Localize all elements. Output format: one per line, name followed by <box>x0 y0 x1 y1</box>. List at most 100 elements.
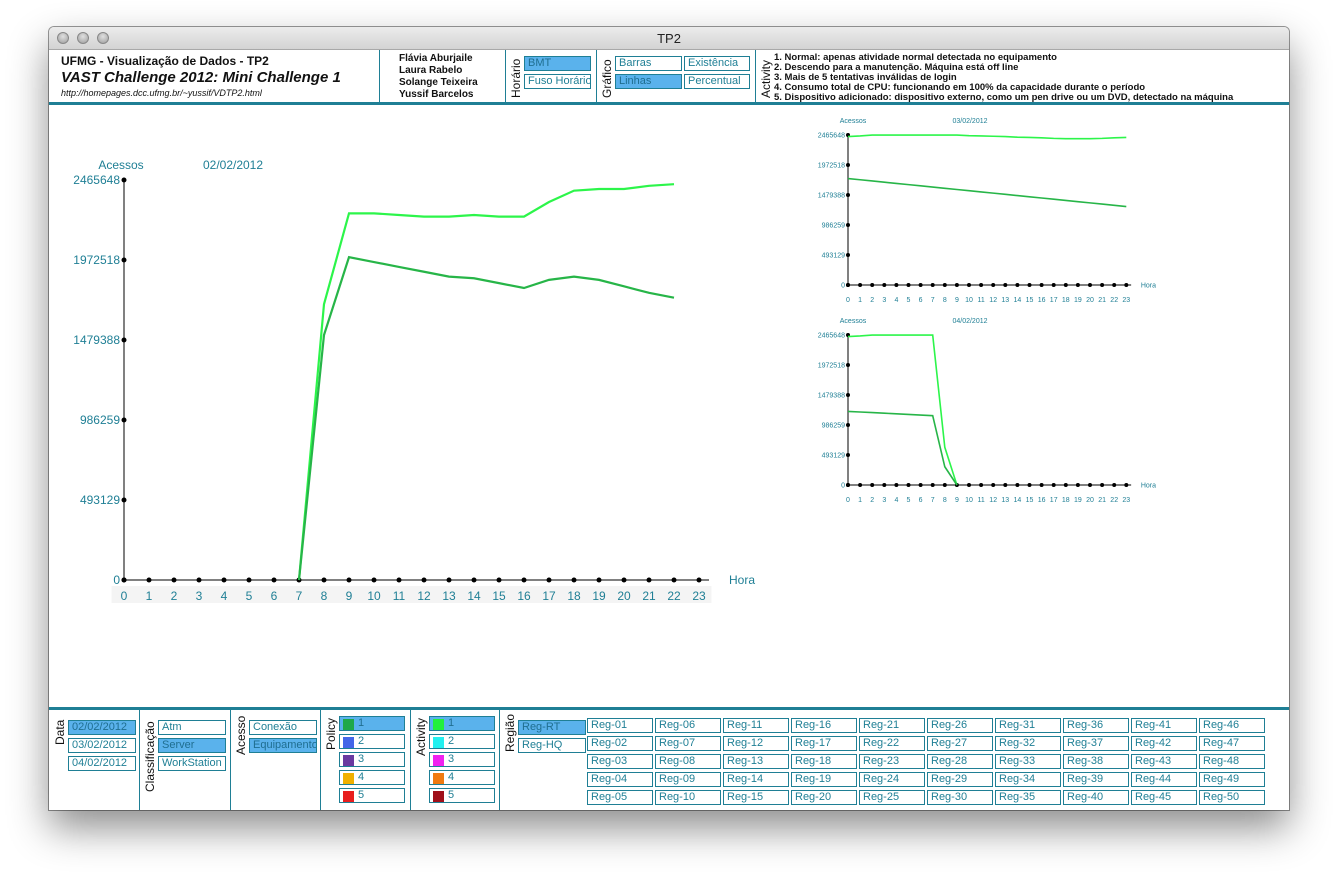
horario-bmt-toggle[interactable]: BMT <box>524 56 591 71</box>
region-option[interactable]: Reg-10 <box>655 790 721 805</box>
x-tick-dot <box>1075 283 1080 287</box>
region-option[interactable]: Reg-36 <box>1063 718 1129 733</box>
region-option[interactable]: Reg-43 <box>1131 754 1197 769</box>
region-option[interactable]: Reg-41 <box>1131 718 1197 733</box>
region-option[interactable]: Reg-16 <box>791 718 857 733</box>
app-window: TP2 UFMG - Visualização de Dados - TP2 V… <box>49 27 1289 810</box>
x-tick-label: 18 <box>1062 497 1070 504</box>
x-tick-label: 8 <box>943 497 947 504</box>
horario-fuso-toggle[interactable]: Fuso Horário <box>524 74 591 89</box>
region-option[interactable]: Reg-46 <box>1199 718 1265 733</box>
acesso-option[interactable]: Equipamento <box>249 738 317 753</box>
grafico-percentual-toggle[interactable]: Percentual <box>684 74 750 89</box>
color-swatch <box>433 755 444 766</box>
x-tick-dot <box>1015 483 1020 487</box>
region-option-hq[interactable]: Reg-HQ <box>518 738 586 753</box>
region-option[interactable]: Reg-02 <box>587 736 653 751</box>
x-tick-label: 0 <box>121 589 128 603</box>
region-option[interactable]: Reg-29 <box>927 772 993 787</box>
region-option[interactable]: Reg-24 <box>859 772 925 787</box>
region-option[interactable]: Reg-48 <box>1199 754 1265 769</box>
region-option[interactable]: Reg-13 <box>723 754 789 769</box>
region-option[interactable]: Reg-49 <box>1199 772 1265 787</box>
region-option[interactable]: Reg-47 <box>1199 736 1265 751</box>
region-option[interactable]: Reg-25 <box>859 790 925 805</box>
x-tick-label: 17 <box>1050 297 1058 304</box>
policy-option-4[interactable]: 4 <box>339 770 405 785</box>
region-option[interactable]: Reg-14 <box>723 772 789 787</box>
region-option[interactable]: Reg-08 <box>655 754 721 769</box>
policy-option-1[interactable]: 1 <box>339 716 405 731</box>
region-option[interactable]: Reg-18 <box>791 754 857 769</box>
color-swatch <box>433 719 444 730</box>
x-tick-dot <box>979 483 984 487</box>
x-tick-label: 21 <box>1098 497 1106 504</box>
region-option[interactable]: Reg-21 <box>859 718 925 733</box>
region-option[interactable]: Reg-22 <box>859 736 925 751</box>
region-option[interactable]: Reg-20 <box>791 790 857 805</box>
date-option[interactable]: 04/02/2012 <box>68 756 136 771</box>
region-option[interactable]: Reg-38 <box>1063 754 1129 769</box>
region-option[interactable]: Reg-17 <box>791 736 857 751</box>
region-option[interactable]: Reg-11 <box>723 718 789 733</box>
author-name: Flávia Aburjaile <box>399 53 473 64</box>
region-option[interactable]: Reg-06 <box>655 718 721 733</box>
y-axis-label: Acessos <box>98 158 143 172</box>
region-option[interactable]: Reg-26 <box>927 718 993 733</box>
series-line <box>847 177 1127 208</box>
region-option[interactable]: Reg-30 <box>927 790 993 805</box>
region-option[interactable]: Reg-32 <box>995 736 1061 751</box>
region-option[interactable]: Reg-37 <box>1063 736 1129 751</box>
classificacao-option[interactable]: Atm <box>158 720 226 735</box>
grafico-existencia-toggle[interactable]: Existência <box>684 56 750 71</box>
x-tick-dot <box>1112 483 1117 487</box>
activity-option-4[interactable]: 4 <box>429 770 495 785</box>
region-option[interactable]: Reg-27 <box>927 736 993 751</box>
region-option[interactable]: Reg-28 <box>927 754 993 769</box>
policy-option-3[interactable]: 3 <box>339 752 405 767</box>
region-option[interactable]: Reg-40 <box>1063 790 1129 805</box>
y-tick-label: 1479388 <box>818 192 845 199</box>
region-option[interactable]: Reg-01 <box>587 718 653 733</box>
activity-option-3[interactable]: 3 <box>429 752 495 767</box>
x-tick-dot <box>196 577 202 583</box>
region-option[interactable]: Reg-33 <box>995 754 1061 769</box>
region-option[interactable]: Reg-42 <box>1131 736 1197 751</box>
classificacao-option[interactable]: Server <box>158 738 226 753</box>
region-option[interactable]: Reg-09 <box>655 772 721 787</box>
activity-legend-item: 5. Dispositivo adicionado: dispositivo e… <box>774 92 1234 103</box>
activity-option-1[interactable]: 1 <box>429 716 495 731</box>
region-option[interactable]: Reg-12 <box>723 736 789 751</box>
x-tick-label: 9 <box>346 589 353 603</box>
date-option[interactable]: 03/02/2012 <box>68 738 136 753</box>
acesso-option[interactable]: Conexão <box>249 720 317 735</box>
region-option[interactable]: Reg-44 <box>1131 772 1197 787</box>
region-option[interactable]: Reg-05 <box>587 790 653 805</box>
region-option[interactable]: Reg-07 <box>655 736 721 751</box>
policy-option-5[interactable]: 5 <box>339 788 405 803</box>
x-tick-dot <box>1027 483 1032 487</box>
region-option[interactable]: Reg-04 <box>587 772 653 787</box>
date-option[interactable]: 02/02/2012 <box>68 720 136 735</box>
region-option[interactable]: Reg-39 <box>1063 772 1129 787</box>
activity-option-2[interactable]: 2 <box>429 734 495 749</box>
y-tick-dot <box>846 393 850 397</box>
region-option[interactable]: Reg-35 <box>995 790 1061 805</box>
region-option[interactable]: Reg-03 <box>587 754 653 769</box>
grafico-barras-toggle[interactable]: Barras <box>615 56 682 71</box>
x-tick-label: 18 <box>1062 297 1070 304</box>
policy-option-2[interactable]: 2 <box>339 734 405 749</box>
region-option[interactable]: Reg-15 <box>723 790 789 805</box>
region-option[interactable]: Reg-45 <box>1131 790 1197 805</box>
region-option-rt[interactable]: Reg-RT <box>518 720 586 735</box>
region-option[interactable]: Reg-19 <box>791 772 857 787</box>
activity-option-5[interactable]: 5 <box>429 788 495 803</box>
region-option[interactable]: Reg-23 <box>859 754 925 769</box>
region-option[interactable]: Reg-31 <box>995 718 1061 733</box>
x-tick-label: 6 <box>271 589 278 603</box>
y-tick-dot <box>846 453 850 457</box>
classificacao-option[interactable]: WorkStation <box>158 756 226 771</box>
grafico-linhas-toggle[interactable]: Linhas <box>615 74 682 89</box>
region-option[interactable]: Reg-34 <box>995 772 1061 787</box>
region-option[interactable]: Reg-50 <box>1199 790 1265 805</box>
